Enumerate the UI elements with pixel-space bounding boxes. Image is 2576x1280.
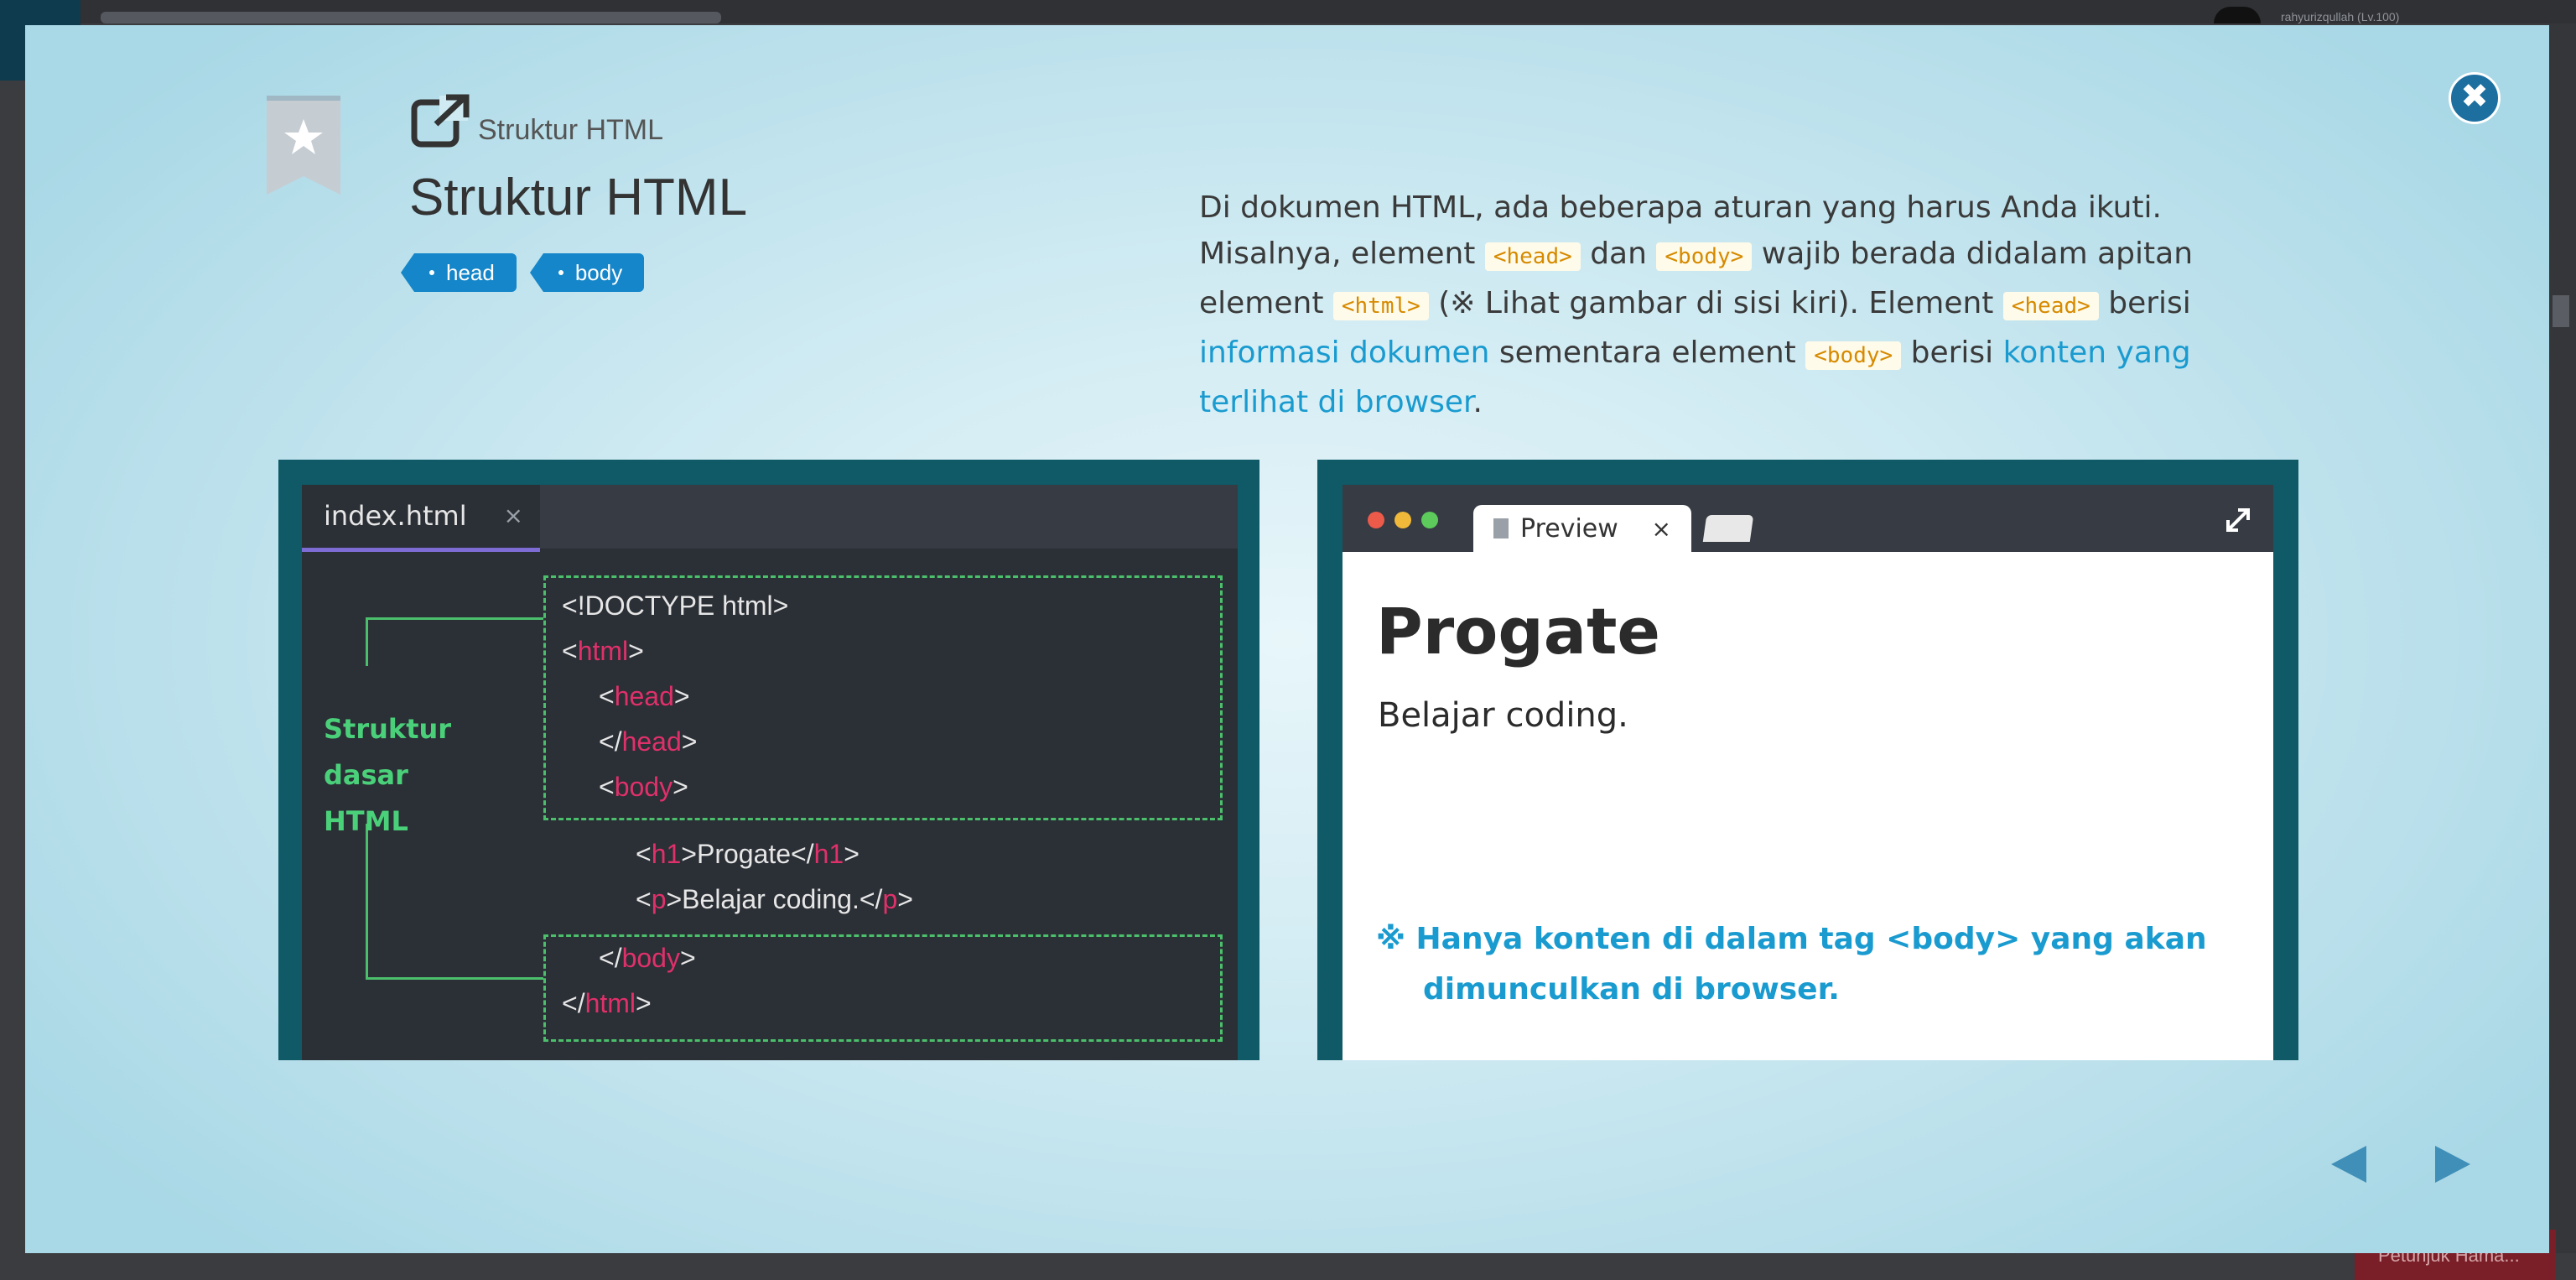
code-line-html-open: <html> — [562, 636, 644, 666]
slide-modal: ✖ Struktur HTML Struktur HTML head body … — [25, 25, 2549, 1253]
bookmark-star-icon[interactable] — [267, 96, 340, 195]
preview-heading: Progate — [1376, 594, 1660, 669]
browser-tab-preview: Preview × — [1473, 505, 1691, 554]
window-close-dot — [1368, 512, 1384, 528]
code-head: <head> — [2002, 292, 2099, 320]
code-editor: index.html × Struktur dasar HTML <!DOCTY… — [302, 485, 1238, 1060]
code-line-head-open: <head> — [599, 681, 690, 711]
browser-preview-illustration: Preview × Progate Belajar coding. ※ Hany… — [1317, 460, 2298, 1060]
preview-paragraph: Belajar coding. — [1378, 696, 1628, 735]
tag-body[interactable]: body — [529, 253, 645, 292]
document-icon — [1493, 518, 1509, 539]
window-minimize-dot — [1394, 512, 1411, 528]
new-tab-icon — [1702, 515, 1754, 542]
avatar — [2214, 7, 2261, 23]
lesson-description: Di dokumen HTML, ada beberapa aturan yan… — [1199, 190, 2194, 419]
tag-list: head body — [401, 253, 645, 292]
username-label: rahyurizqullah (Lv.100) — [2281, 10, 2400, 23]
background-search-bar — [101, 12, 721, 23]
bracket-bottom — [366, 824, 543, 980]
preview-note: ※ Hanya konten di dalam tag <body> yang … — [1376, 922, 2207, 1007]
code-body: <body> — [1656, 242, 1753, 271]
prev-arrow-icon[interactable] — [2326, 1141, 2373, 1188]
code-line-html-close: </html> — [562, 988, 652, 1018]
page-title: Struktur HTML — [409, 169, 748, 226]
next-arrow-icon[interactable] — [2428, 1141, 2475, 1188]
code-body: <body> — [1805, 341, 1902, 370]
window-maximize-dot — [1421, 512, 1438, 528]
highlight-document-info: informasi dokumen — [1199, 336, 1490, 370]
code-line-head-close: </head> — [599, 726, 698, 757]
code-html: <html> — [1332, 292, 1429, 320]
background-bottom-bar — [0, 1253, 2576, 1280]
expand-icon — [2226, 508, 2250, 532]
code-line-body-open: <body> — [599, 772, 688, 802]
scrollbar-thumb[interactable] — [2553, 295, 2569, 327]
code-line-h1: <h1>Progate</h1> — [636, 839, 860, 869]
close-button[interactable]: ✖ — [2449, 72, 2501, 124]
code-line-body-close: </body> — [599, 943, 696, 973]
editor-tab-index: index.html × — [302, 485, 540, 552]
lesson-subtitle: Struktur HTML — [478, 114, 664, 146]
browser-tab-bar: Preview × — [1343, 485, 2273, 554]
tab-close-icon: × — [1651, 515, 1671, 543]
structure-label: Struktur dasar HTML — [324, 713, 452, 837]
tag-head[interactable]: head — [401, 253, 517, 292]
code-line-p: <p>Belajar coding.</p> — [636, 884, 913, 914]
external-link-icon — [411, 94, 470, 148]
code-editor-illustration: index.html × Struktur dasar HTML <!DOCTY… — [278, 460, 1259, 1060]
scrollbar[interactable] — [2549, 23, 2576, 1253]
close-icon: ✖ — [2460, 77, 2489, 116]
code-head: <head> — [1484, 242, 1581, 271]
browser-window: Preview × Progate Belajar coding. ※ Hany… — [1343, 485, 2273, 1060]
tab-close-icon: × — [503, 502, 523, 529]
bracket-top — [366, 617, 543, 666]
code-line-doctype: <!DOCTYPE html> — [562, 591, 789, 621]
